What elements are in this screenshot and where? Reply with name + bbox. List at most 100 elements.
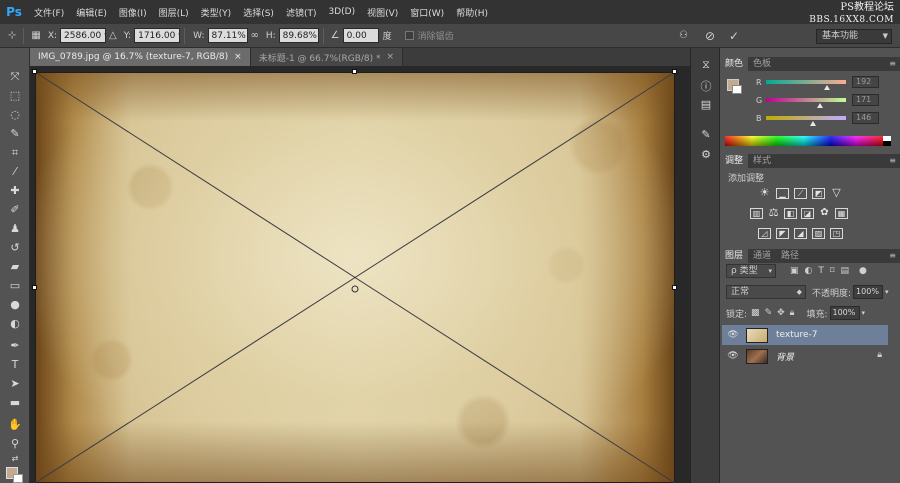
menu-window[interactable]: 窗口(W) [404, 6, 450, 19]
blur-tool-icon[interactable]: ● [4, 297, 26, 313]
b-slider-thumb[interactable] [810, 121, 816, 126]
fill-dropdown-icon[interactable]: ▾ [862, 309, 866, 317]
opacity-dropdown-icon[interactable]: ▾ [885, 288, 889, 296]
filter-smart-object-icon[interactable]: ▤ [841, 266, 850, 276]
tab-swatches[interactable]: 色板 [748, 57, 776, 71]
commit-transform-icon[interactable]: ✓ [729, 29, 739, 43]
gradient-map-icon[interactable]: ▨ [812, 228, 825, 239]
filter-adjustment-icon[interactable]: ◐ [805, 266, 813, 276]
posterize-icon[interactable]: ◤ [776, 228, 789, 239]
menu-select[interactable]: 选择(S) [237, 6, 280, 19]
swap-colors-icon[interactable]: ⇄ [4, 451, 26, 467]
hue-saturation-icon[interactable]: ▥ [750, 208, 763, 219]
panel-menu-icon[interactable]: ≡ [889, 57, 896, 71]
menu-file[interactable]: 文件(F) [28, 6, 70, 19]
g-slider-thumb[interactable] [817, 103, 823, 108]
curves-icon[interactable]: ⟋ [794, 188, 807, 199]
pen-tool-icon[interactable]: ✒ [4, 338, 26, 354]
panel-menu-icon[interactable]: ≡ [889, 249, 896, 263]
dodge-tool-icon[interactable]: ◐ [4, 316, 26, 332]
transform-handle-left[interactable] [32, 285, 37, 290]
black-white-swatch[interactable] [883, 136, 891, 146]
layer-row-texture7[interactable]: 👁︎ texture-7 [722, 325, 888, 345]
menu-edit[interactable]: 编辑(E) [70, 6, 113, 19]
antialias-checkbox[interactable] [404, 31, 414, 40]
vibrance-icon[interactable]: ▽ [830, 187, 843, 199]
transform-handle-top[interactable] [352, 69, 357, 74]
invert-icon[interactable]: ◿ [758, 228, 771, 239]
tab-paths[interactable]: 路径 [776, 249, 804, 263]
selective-color-icon[interactable]: ◳ [830, 228, 843, 239]
canvas-area[interactable] [30, 66, 690, 483]
cancel-transform-icon[interactable]: ⊘ [705, 29, 715, 43]
layer-filter-kind[interactable]: ρ 类型 ▾ [726, 264, 776, 278]
lock-transparent-icon[interactable]: ▩ [751, 308, 760, 318]
channel-mixer-icon[interactable]: ✿ [818, 208, 831, 219]
clone-stamp-tool-icon[interactable]: ♟ [4, 221, 26, 237]
menu-view[interactable]: 视图(V) [361, 6, 404, 19]
brightness-contrast-icon[interactable]: ☀ [758, 187, 771, 199]
filter-type-icon[interactable]: T [818, 266, 824, 276]
r-slider[interactable] [766, 80, 846, 90]
brush-panel-icon[interactable]: ✎ [699, 128, 713, 142]
g-slider[interactable] [766, 98, 846, 108]
blend-mode-select[interactable]: 正常 ◆ [726, 285, 806, 299]
link-icon[interactable]: ∞ [251, 30, 259, 41]
menu-filter[interactable]: 滤镜(T) [280, 6, 323, 19]
tool-presets-icon[interactable]: ⚙ [699, 148, 713, 162]
background-color-swatch[interactable] [13, 474, 23, 483]
history-brush-tool-icon[interactable]: ↺ [4, 240, 26, 256]
lock-image-icon[interactable]: ✎ [765, 308, 773, 318]
b-value-field[interactable]: 146 [852, 112, 879, 124]
transform-handle-top-right[interactable] [672, 69, 677, 74]
gradient-tool-icon[interactable]: ▭ [4, 278, 26, 294]
r-slider-thumb[interactable] [824, 85, 830, 90]
visibility-eye-icon[interactable]: 👁︎ [726, 330, 740, 340]
menu-image[interactable]: 图像(I) [113, 6, 153, 19]
path-selection-tool-icon[interactable]: ➤ [4, 376, 26, 392]
eyedropper-tool-icon[interactable]: ⁄ [4, 164, 26, 180]
document-tab-img0789[interactable]: IMG_0789.jpg @ 16.7% (texture-7, RGB/8) … [30, 48, 251, 66]
tab-color[interactable]: 颜色 [720, 57, 749, 71]
tool-preset-icon[interactable]: ⊹ [8, 30, 16, 41]
y-field[interactable]: 1716.00 像 [134, 28, 181, 43]
menu-type[interactable]: 类型(Y) [195, 6, 238, 19]
quick-select-tool-icon[interactable]: ✎ [4, 126, 26, 142]
exposure-icon[interactable]: ◩ [812, 188, 825, 199]
levels-icon[interactable]: ▁ [776, 188, 789, 199]
g-value-field[interactable]: 171 [852, 94, 879, 106]
lasso-tool-icon[interactable]: ◌ [4, 107, 26, 123]
threshold-icon[interactable]: ◢ [794, 228, 807, 239]
r-value-field[interactable]: 192 [852, 76, 879, 88]
filter-pixel-icon[interactable]: ▣ [790, 266, 799, 276]
opacity-field[interactable]: 100% [853, 285, 884, 299]
filter-shape-icon[interactable]: ⌑ [830, 266, 835, 276]
h-field[interactable]: 89.68% [278, 28, 319, 43]
lock-position-icon[interactable]: ✥ [777, 308, 785, 318]
transform-handle-top-left[interactable] [32, 69, 37, 74]
visibility-eye-icon[interactable]: 👁︎ [726, 351, 740, 361]
menu-help[interactable]: 帮助(H) [450, 6, 494, 19]
zoom-tool-icon[interactable]: ⚲ [4, 436, 26, 452]
color-spectrum-bar[interactable] [725, 136, 883, 146]
black-white-icon[interactable]: ◧ [784, 208, 797, 219]
document-tab-untitled[interactable]: 未标题-1 @ 66.7%(RGB/8) * × [250, 48, 404, 66]
color-lookup-icon[interactable]: ▦ [835, 208, 848, 219]
lock-all-icon[interactable]: 🔒︎ [790, 308, 795, 318]
close-icon[interactable]: × [387, 52, 395, 62]
tab-channels[interactable]: 通道 [748, 249, 776, 263]
panel-menu-icon[interactable]: ≡ [889, 154, 896, 168]
transform-handle-right[interactable] [672, 285, 677, 290]
photo-filter-icon[interactable]: ◪ [801, 208, 814, 219]
angle-field[interactable]: 0.00 [342, 28, 379, 43]
move-tool-icon[interactable]: ⤧ [4, 69, 26, 85]
menu-layer[interactable]: 图层(L) [153, 6, 195, 19]
tab-adjustments[interactable]: 调整 [720, 154, 749, 168]
eraser-tool-icon[interactable]: ▰ [4, 259, 26, 275]
warp-mode-icon[interactable]: ⚇ [679, 30, 688, 41]
rectangle-tool-icon[interactable]: ▬ [4, 395, 26, 411]
w-field[interactable]: 87.11% [207, 28, 248, 43]
fill-field[interactable]: 100% [829, 306, 860, 320]
menu-3d[interactable]: 3D(D) [322, 7, 361, 17]
close-icon[interactable]: × [234, 52, 242, 62]
